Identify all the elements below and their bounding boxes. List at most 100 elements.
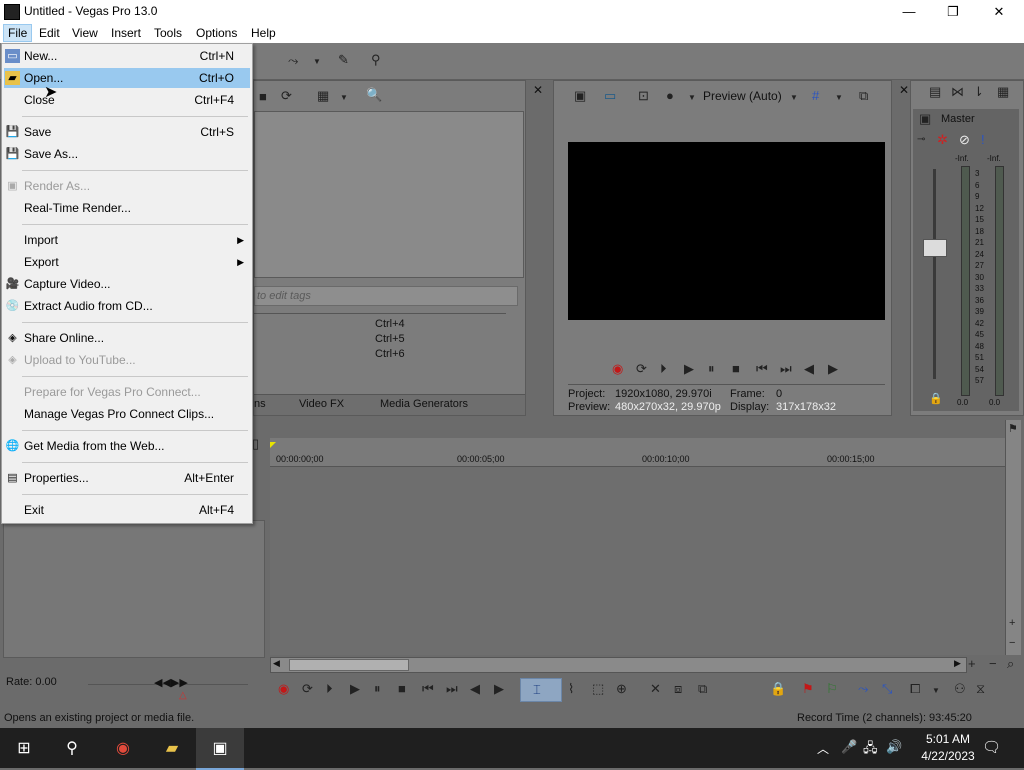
vertical-scrollbar[interactable]: ⚑ + −	[1005, 420, 1021, 655]
timeline-ruler[interactable]	[270, 438, 1005, 467]
timeline-track-area[interactable]	[270, 467, 1005, 655]
stop-icon[interactable]: ■	[732, 362, 740, 376]
menu-help[interactable]: Help	[247, 25, 280, 41]
tags-field[interactable]: to edit tags	[254, 286, 518, 306]
record-icon[interactable]: ◉	[278, 682, 289, 696]
menu-insert[interactable]: Insert	[107, 25, 145, 41]
menu-item-save[interactable]: 💾 Save Ctrl+S	[4, 122, 250, 142]
zoom-in-vertical-icon[interactable]: +	[1009, 616, 1015, 630]
brush-icon[interactable]: ✎	[338, 53, 349, 67]
media-list[interactable]	[254, 111, 524, 278]
menu-file[interactable]: File	[3, 24, 33, 42]
next-frame-icon[interactable]: ▶	[494, 682, 504, 696]
next-frame-icon[interactable]: ▶	[828, 362, 838, 376]
fx-icon[interactable]: ✲	[937, 133, 948, 147]
overlay-icon[interactable]: ●	[666, 89, 674, 103]
snapping-dropdown-icon[interactable]: ▼	[932, 684, 940, 698]
scroll-right-icon[interactable]: ▶	[954, 658, 961, 669]
views-icon[interactable]: ▦	[317, 89, 329, 103]
menu-options[interactable]: Options	[192, 25, 241, 41]
menu-item-realtime-render[interactable]: Real-Time Render...	[4, 198, 250, 218]
clock-date[interactable]: 4/22/2023	[910, 749, 986, 763]
go-to-end-icon[interactable]: ⏭	[446, 682, 458, 696]
stop-icon[interactable]: ■	[259, 90, 267, 104]
menu-item-close[interactable]: Close Ctrl+F4	[4, 90, 250, 110]
insert-marker-icon[interactable]: ⚑	[802, 682, 814, 696]
clock-time[interactable]: 5:01 AM	[918, 732, 978, 746]
prev-frame-icon[interactable]: ◀	[804, 362, 814, 376]
ripple-dropdown-icon[interactable]: ▼	[313, 55, 321, 69]
preview-panel-close[interactable]: ✕	[533, 83, 543, 97]
menu-item-exit[interactable]: Exit Alt+F4	[4, 500, 250, 520]
snapping-icon[interactable]: ⧠	[910, 682, 920, 696]
refresh-icon[interactable]: ⟳	[281, 89, 292, 103]
lock-clip-icon[interactable]: 🔒	[770, 682, 786, 696]
routing-icon[interactable]: ⊸	[917, 133, 925, 147]
file-explorer-icon[interactable]: ▰	[148, 728, 196, 768]
volume-icon[interactable]: 🔊	[886, 739, 902, 755]
menu-item-save-as[interactable]: 💾 Save As...	[4, 144, 250, 164]
lock-icon[interactable]: 🔒	[929, 392, 943, 406]
auto-ripple-icon[interactable]: ⤳	[858, 682, 868, 696]
menu-item-new[interactable]: ▭ New... Ctrl+N	[4, 46, 250, 66]
play-from-start-icon[interactable]: ⏵	[660, 362, 667, 376]
windows-start-icon[interactable]: ⊞	[0, 728, 48, 768]
horizontal-scrollbar[interactable]: ◀ ▶	[270, 657, 967, 673]
preview-settings-icon[interactable]: ▣	[574, 89, 586, 103]
menu-item-extract-audio[interactable]: 💿 Extract Audio from CD...	[4, 296, 250, 316]
copy-snapshot-icon[interactable]: ⧉	[859, 89, 868, 103]
zoom-out-vertical-icon[interactable]: −	[1009, 636, 1015, 650]
rate-slider-handle[interactable]: ◀◀▶▶	[154, 676, 188, 689]
menu-item-export[interactable]: Export ▶	[4, 252, 250, 272]
grid-dropdown-icon[interactable]: ▼	[835, 91, 843, 105]
menu-item-manage-connect[interactable]: Manage Vegas Pro Connect Clips...	[4, 404, 250, 424]
ripple-icon[interactable]: ⤳	[288, 54, 298, 68]
tray-chevron-icon[interactable]: ︿	[817, 740, 829, 757]
go-to-start-icon[interactable]: ⏮	[756, 362, 768, 376]
menu-edit[interactable]: Edit	[35, 25, 64, 41]
search-icon[interactable]: ⚲	[48, 728, 96, 768]
trim-icon[interactable]: ⧈	[674, 682, 682, 696]
vegas-taskbar-icon[interactable]: ▣	[196, 728, 244, 770]
chrome-icon[interactable]: ◉	[99, 728, 147, 768]
loop-icon[interactable]: ⟳	[302, 682, 313, 696]
solo-icon[interactable]: !	[981, 133, 985, 147]
play-icon[interactable]: ▶	[684, 362, 694, 376]
menu-view[interactable]: View	[68, 25, 102, 41]
master-panel-close[interactable]: ✕	[899, 83, 909, 97]
downmix-icon[interactable]: ⋈	[951, 85, 964, 99]
scroll-thumb[interactable]	[289, 659, 409, 671]
split-screen-icon[interactable]: ⊡	[638, 89, 649, 103]
record-icon[interactable]: ◉	[612, 362, 623, 376]
tab-transitions[interactable]: ns	[254, 398, 266, 410]
selection-tool-icon[interactable]: ⬚	[592, 682, 604, 696]
network-icon[interactable]: 🖧	[863, 739, 878, 761]
delete-icon[interactable]: ✕	[650, 682, 661, 696]
minimize-button[interactable]: —	[886, 0, 932, 23]
lock-envelopes-icon[interactable]: ⤡	[882, 682, 892, 696]
tab-media-generators[interactable]: Media Generators	[380, 398, 468, 410]
help-pointer-icon[interactable]: ⚲	[371, 53, 381, 67]
envelope-tool-icon[interactable]: ⌇	[568, 682, 574, 696]
views-dropdown-icon[interactable]: ▼	[340, 91, 348, 105]
close-button[interactable]: ✕	[976, 0, 1022, 23]
volume-fader-track[interactable]	[933, 169, 936, 379]
zoom-in-icon[interactable]: +	[968, 657, 976, 671]
preview-quality[interactable]: Preview (Auto)	[703, 89, 782, 103]
microphone-icon[interactable]: 🎤	[841, 739, 857, 755]
menu-tools[interactable]: Tools	[150, 25, 186, 41]
play-icon[interactable]: ▶	[350, 682, 360, 696]
marker-flag-icon[interactable]: ⚑	[1008, 422, 1018, 436]
track-list[interactable]	[3, 520, 265, 658]
external-monitor-icon[interactable]: ▭	[604, 89, 616, 103]
grid-icon[interactable]: #	[812, 89, 819, 103]
zoom-region-icon[interactable]: ⊕	[616, 682, 627, 696]
menu-item-share-online[interactable]: ◈ Share Online...	[4, 328, 250, 348]
notifications-icon[interactable]: 🗨	[982, 738, 1001, 756]
cross-fade-icon[interactable]: ⧖	[976, 682, 985, 696]
normal-edit-tool[interactable]: ⌶	[520, 678, 562, 702]
menu-item-capture-video[interactable]: 🎥 Capture Video...	[4, 274, 250, 294]
zoom-out-icon[interactable]: −	[989, 657, 997, 671]
mixer-icon[interactable]: ▦	[997, 85, 1009, 99]
prev-frame-icon[interactable]: ◀	[470, 682, 480, 696]
